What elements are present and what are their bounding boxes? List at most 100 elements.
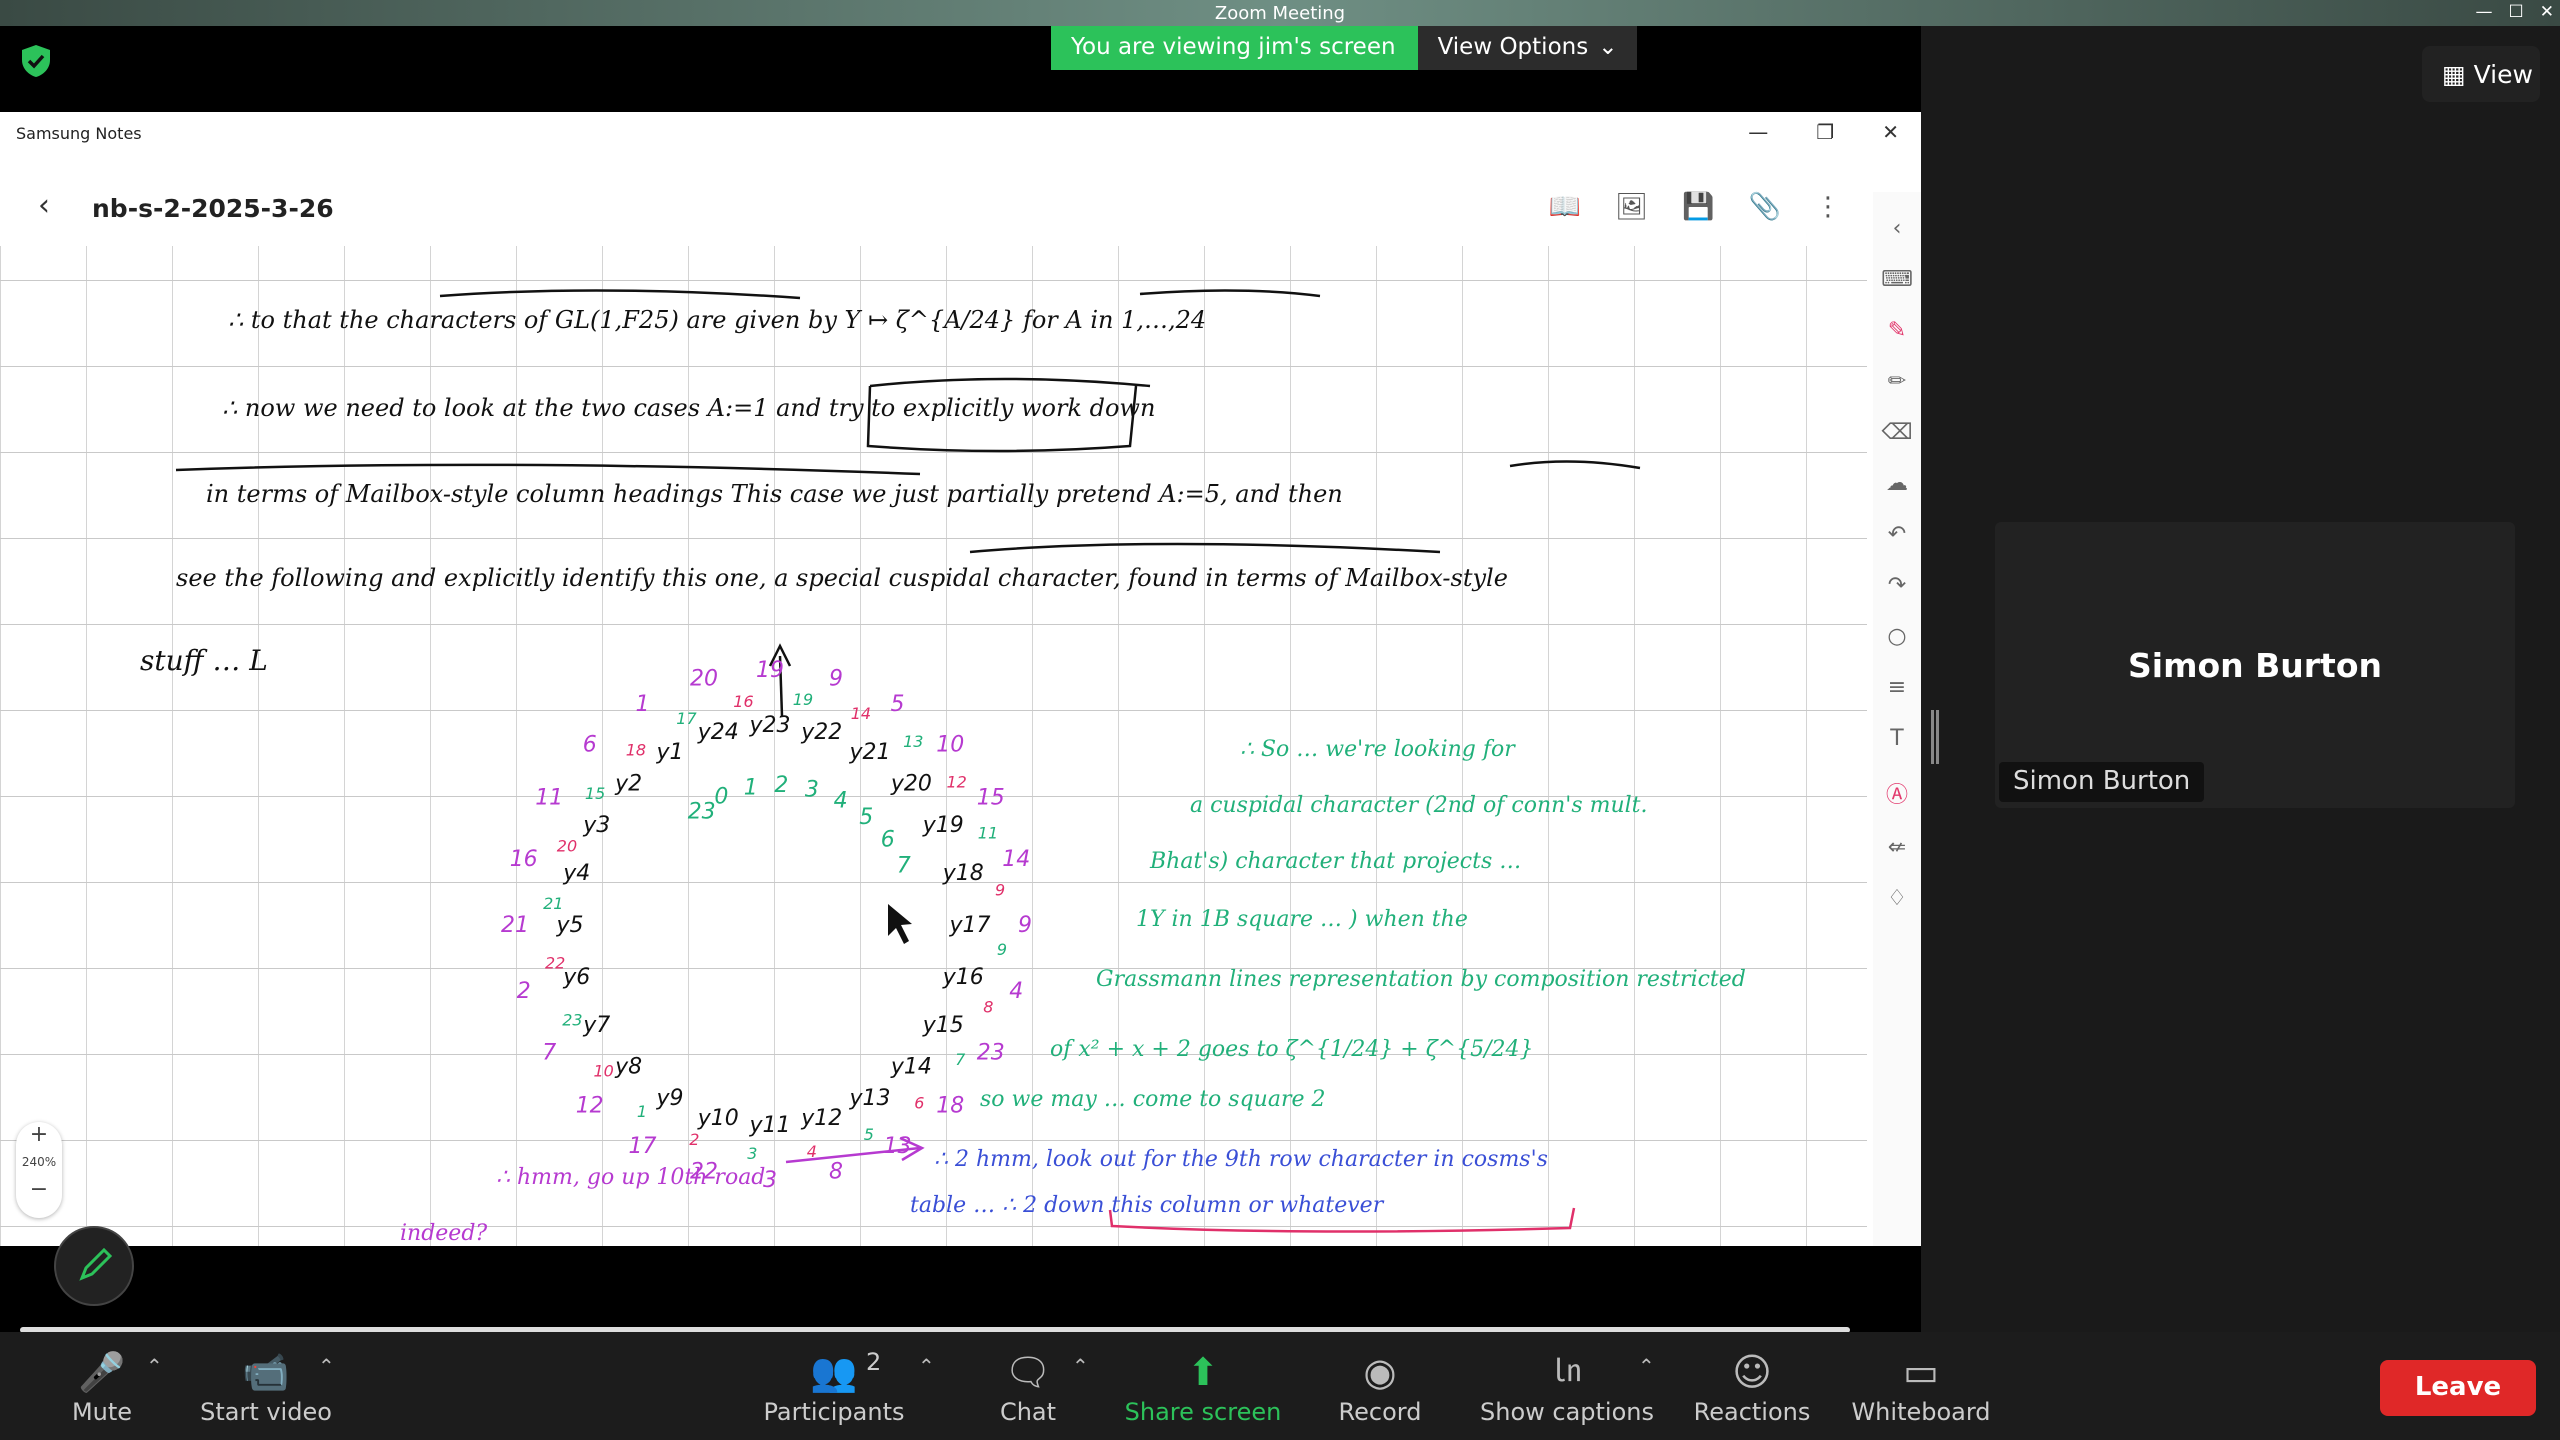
close-icon[interactable]: ✕ (1882, 120, 1899, 144)
circle-label: 9 (829, 667, 843, 692)
image-icon[interactable]: 🖼 (1615, 192, 1648, 222)
participants-panel: ▦ View Simon Burton Simon Burton (1921, 26, 2560, 1332)
notes-tool-buttons: 📖 🖼 💾 📎 ⋮ (1549, 192, 1841, 222)
font-icon[interactable]: Ⓐ (1886, 777, 1908, 809)
view-options-button[interactable]: View Options ⌄ (1417, 26, 1638, 70)
share-screen-icon: ⬆ (1187, 1350, 1219, 1394)
audio-options-icon[interactable]: ⌃ (146, 1354, 163, 1378)
text-icon[interactable]: T (1890, 726, 1903, 751)
keyboard-icon[interactable]: ⌨ (1881, 267, 1913, 292)
whiteboard-button[interactable]: ▭ Whiteboard (1846, 1350, 1996, 1426)
lasso-icon[interactable]: ☁ (1886, 471, 1908, 496)
pen-icon[interactable]: ✎ (1888, 318, 1906, 343)
circle-sub-label: 9 (997, 940, 1007, 959)
format-icon[interactable]: ⇍ (1888, 835, 1906, 860)
circle-label: y15 (922, 1013, 964, 1038)
panel-resize-handle[interactable] (1931, 710, 1939, 764)
circle-sub-label: 6 (914, 1094, 924, 1113)
pen-mode-button[interactable] (54, 1226, 134, 1306)
captions-options-icon[interactable]: ⌃ (1638, 1354, 1655, 1378)
participants-options-icon[interactable]: ⌃ (918, 1354, 935, 1378)
view-options-label: View Options (1437, 34, 1589, 60)
circle-sub-label: 9 (995, 880, 1005, 899)
circle-label: 11 (535, 786, 563, 811)
chat-options-icon[interactable]: ⌃ (1072, 1354, 1089, 1378)
reactions-button[interactable]: ☺ Reactions (1690, 1350, 1814, 1426)
close-icon[interactable]: ✕ (2540, 0, 2554, 24)
security-shield-icon[interactable] (20, 44, 52, 78)
shapes-icon[interactable]: ♢ (1887, 886, 1907, 911)
circle-sub-label: 2 (689, 1130, 699, 1149)
undo-icon[interactable]: ↶ (1888, 522, 1906, 547)
zoom-out-icon[interactable]: − (30, 1177, 48, 1202)
book-view-icon[interactable]: 📖 (1549, 192, 1581, 222)
back-arrow-icon[interactable]: ‹ (38, 188, 50, 223)
circle-sub-label: 5 (864, 1125, 874, 1144)
circle-label: y16 (942, 965, 984, 990)
circle-label: y20 (890, 772, 932, 797)
circle-inner-label: 3 (805, 777, 819, 802)
participants-button[interactable]: 👥 Participants (762, 1350, 906, 1426)
green-note-line: 1Y in 1B square … ) when the (1136, 907, 1468, 932)
note-canvas[interactable]: ∴ to that the characters of GL(1,F25) ar… (0, 246, 1867, 1246)
restore-icon[interactable]: ❐ (1816, 120, 1834, 144)
maximize-icon[interactable]: ☐ (2509, 0, 2524, 24)
circle-diagram: 19 951015149423181383221712722116116120y2… (501, 658, 1032, 1193)
leave-button[interactable]: Leave (2380, 1360, 2536, 1416)
circle-inner-label: 7 (897, 854, 911, 879)
shape-icon[interactable]: ○ (1887, 624, 1906, 649)
circle-label: 15 (977, 786, 1005, 811)
circle-inner-label: 2 (774, 773, 788, 798)
show-captions-button[interactable]: ㏑ Show captions (1476, 1350, 1658, 1426)
more-options-icon[interactable]: ⋮ (1815, 192, 1841, 222)
circle-sub-label: 13 (903, 732, 923, 751)
notes-window-title: Samsung Notes (16, 124, 142, 143)
zoom-control: + 240% − (16, 1122, 62, 1218)
meeting-toolbar: 🎤 Mute ⌃ 📹 Start video ⌃ 👥 Participants … (0, 1332, 2560, 1440)
participant-name: Simon Burton (2128, 646, 2382, 685)
chat-button[interactable]: 🗨 Chat (990, 1350, 1066, 1426)
view-button[interactable]: ▦ View (2422, 46, 2540, 102)
handwriting-line: ∴ now we need to look at the two cases A… (222, 394, 1155, 422)
pen-icon (79, 1247, 113, 1281)
attach-icon[interactable]: 📎 (1749, 192, 1781, 222)
start-video-label: Start video (200, 1398, 332, 1426)
share-screen-button[interactable]: ⬆ Share screen (1118, 1350, 1288, 1426)
circle-label: 21 (501, 913, 529, 938)
collapse-icon[interactable]: ‹ (1893, 216, 1902, 241)
circle-sub-label: 12 (947, 773, 967, 792)
circle-label: y22 (800, 720, 842, 745)
circle-label: y17 (948, 913, 990, 938)
record-button[interactable]: ◉ Record (1330, 1350, 1430, 1426)
participant-label: Simon Burton (1999, 762, 2205, 802)
eraser-icon[interactable]: ⌫ (1881, 420, 1912, 445)
green-note-line: of x² + x + 2 goes to ζ^{1/24} + ζ^{5/24… (1050, 1037, 1533, 1062)
align-icon[interactable]: ≡ (1888, 675, 1906, 700)
save-icon[interactable]: 💾 (1682, 192, 1714, 222)
circle-sub-label: 3 (747, 1144, 757, 1163)
window-title: Zoom Meeting (1214, 3, 1346, 24)
circle-label: 1 (636, 692, 650, 717)
view-button-label: View (2473, 60, 2533, 89)
mouse-cursor-icon (888, 904, 912, 944)
circle-label: y14 (890, 1054, 932, 1079)
circle-label: 19 (756, 658, 784, 683)
circle-sub-label: 23 (562, 1011, 582, 1030)
zoom-in-icon[interactable]: + (30, 1122, 48, 1147)
circle-label: 18 (936, 1093, 964, 1118)
circle-sub-label: 16 (733, 692, 753, 711)
circle-sub-label: 18 (626, 741, 646, 760)
video-options-icon[interactable]: ⌃ (318, 1354, 335, 1378)
mute-button[interactable]: 🎤 Mute (64, 1350, 140, 1426)
chat-icon: 🗨 (1003, 1350, 1053, 1394)
circle-label: 14 (1002, 847, 1030, 872)
redo-icon[interactable]: ↷ (1888, 573, 1906, 598)
minimize-icon[interactable]: — (1748, 120, 1768, 144)
minimize-icon[interactable]: — (2476, 0, 2493, 24)
document-title: nb-s-2-2025-3-26 (92, 194, 334, 223)
circle-inner-label: 4 (834, 788, 848, 813)
participant-tile[interactable]: Simon Burton Simon Burton (1995, 522, 2515, 808)
highlighter-icon[interactable]: ✏ (1888, 369, 1906, 394)
start-video-button[interactable]: 📹 Start video (196, 1350, 336, 1426)
blue-note-line: table … ∴ 2 down this column or whatever (910, 1193, 1385, 1218)
